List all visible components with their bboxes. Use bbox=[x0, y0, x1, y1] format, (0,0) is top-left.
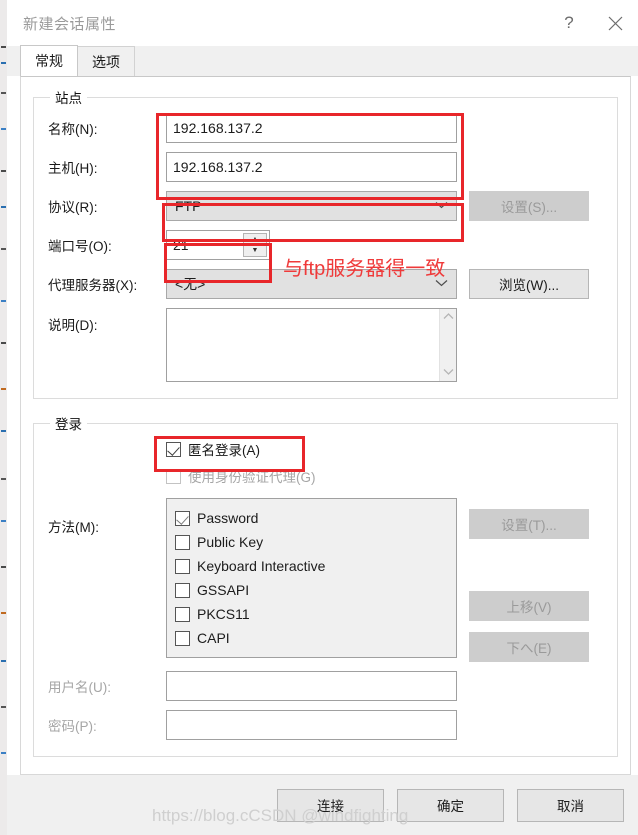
method-label: PKCS11 bbox=[197, 606, 250, 622]
tab-general[interactable]: 常规 bbox=[20, 45, 78, 76]
row-password: 密码(P): bbox=[48, 710, 603, 740]
method-label: CAPI bbox=[197, 630, 230, 646]
checkbox-icon bbox=[175, 510, 190, 526]
login-group: 登录 匿名登录(A) 使用身份验证代理(G) 方法(M): Password P… bbox=[33, 413, 618, 757]
checkbox-icon bbox=[175, 558, 190, 574]
description-text[interactable] bbox=[167, 309, 439, 381]
username-input[interactable] bbox=[166, 671, 457, 701]
row-description: 说明(D): bbox=[48, 308, 603, 382]
checkbox-icon bbox=[166, 441, 181, 457]
name-input[interactable] bbox=[166, 113, 457, 143]
proxy-browse-col: 浏览(W)... bbox=[469, 269, 589, 299]
list-item[interactable]: GSSAPI bbox=[175, 578, 456, 602]
auth-agent-checkbox[interactable]: 使用身份验证代理(G) bbox=[166, 466, 316, 486]
proxy-label: 代理服务器(X): bbox=[48, 278, 138, 293]
window-title: 新建会话属性 bbox=[23, 15, 117, 33]
tab-panel-general: 站点 名称(N): 主机(H): 协议(R): FTP bbox=[20, 76, 631, 775]
port-value[interactable]: 21 bbox=[167, 231, 243, 259]
list-item[interactable]: Keyboard Interactive bbox=[175, 554, 456, 578]
background-window-sliver bbox=[0, 0, 7, 835]
scroll-down-icon[interactable] bbox=[443, 367, 454, 378]
password-label: 密码(P): bbox=[48, 719, 97, 734]
host-label: 主机(H): bbox=[48, 161, 98, 176]
row-anonymous: 匿名登录(A) bbox=[48, 439, 603, 459]
method-label: Password bbox=[197, 510, 259, 526]
spinner-up-icon[interactable]: ▲ bbox=[243, 233, 267, 245]
port-stepper[interactable]: 21 ▲ ▼ bbox=[166, 230, 270, 260]
list-item[interactable]: Password bbox=[175, 506, 456, 530]
site-group: 站点 名称(N): 主机(H): 协议(R): FTP bbox=[33, 87, 618, 399]
help-icon[interactable]: ? bbox=[546, 0, 592, 46]
host-input[interactable] bbox=[166, 152, 457, 182]
methods-label: 方法(M): bbox=[48, 520, 99, 535]
method-label: Keyboard Interactive bbox=[197, 558, 326, 574]
scroll-up-icon[interactable] bbox=[443, 312, 454, 323]
name-label: 名称(N): bbox=[48, 122, 98, 137]
dialog-footer: 连接 确定 取消 bbox=[7, 775, 638, 835]
username-label: 用户名(U): bbox=[48, 680, 111, 695]
auth-agent-label: 使用身份验证代理(G) bbox=[188, 470, 316, 485]
tab-general-label: 常规 bbox=[35, 53, 63, 69]
row-host: 主机(H): bbox=[48, 152, 603, 182]
annotation-port-note: 与ftp服务器得一致 bbox=[283, 258, 446, 280]
checkbox-icon bbox=[175, 606, 190, 622]
protocol-label: 协议(R): bbox=[48, 200, 98, 215]
description-textarea[interactable] bbox=[166, 308, 457, 382]
tab-options-label: 选项 bbox=[92, 53, 120, 70]
port-stepper-arrows: ▲ ▼ bbox=[243, 231, 269, 259]
title-bar-buttons: ? bbox=[546, 0, 638, 46]
description-label: 说明(D): bbox=[48, 318, 98, 333]
move-down-button[interactable]: 下へ(E) bbox=[469, 632, 589, 662]
cancel-button[interactable]: 取消 bbox=[517, 788, 624, 822]
tab-options[interactable]: 选项 bbox=[77, 46, 135, 76]
title-bar: 新建会话属性 ? bbox=[7, 0, 638, 46]
row-methods: 方法(M): Password Public Key Keyboard Inte… bbox=[48, 498, 603, 662]
session-properties-dialog: 新建会话属性 ? 常规 选项 站点 名称(N): 192.168.137.2 主… bbox=[7, 0, 638, 835]
row-protocol: 协议(R): FTP 设置(S)... bbox=[48, 191, 603, 221]
site-group-legend: 站点 bbox=[55, 91, 82, 106]
row-name: 名称(N): bbox=[48, 113, 603, 143]
protocol-value: FTP bbox=[175, 198, 202, 214]
password-input[interactable] bbox=[166, 710, 457, 740]
protocol-settings-col: 设置(S)... bbox=[469, 191, 589, 221]
checkbox-icon bbox=[166, 468, 181, 484]
port-label: 端口号(O): bbox=[48, 239, 112, 254]
login-group-legend: 登录 bbox=[55, 417, 82, 432]
spinner-down-icon[interactable]: ▼ bbox=[243, 245, 267, 257]
list-item[interactable]: PKCS11 bbox=[175, 602, 456, 626]
proxy-browse-button[interactable]: 浏览(W)... bbox=[469, 269, 589, 299]
anonymous-login-label: 匿名登录(A) bbox=[188, 443, 260, 458]
list-item[interactable]: Public Key bbox=[175, 530, 456, 554]
protocol-select[interactable]: FTP bbox=[166, 191, 457, 221]
methods-listbox[interactable]: Password Public Key Keyboard Interactive… bbox=[166, 498, 457, 658]
help-glyph: ? bbox=[564, 13, 574, 32]
methods-button-column: 设置(T)... 上移(V) 下へ(E) bbox=[469, 498, 589, 662]
protocol-settings-button[interactable]: 设置(S)... bbox=[469, 191, 589, 221]
list-item[interactable]: CAPI bbox=[175, 626, 456, 650]
csdn-watermark: https://blog.cCSDN @windfighting bbox=[152, 806, 409, 825]
method-label: Public Key bbox=[197, 534, 264, 550]
ok-button[interactable]: 确定 bbox=[397, 788, 504, 822]
move-up-button[interactable]: 上移(V) bbox=[469, 591, 589, 621]
method-label: GSSAPI bbox=[197, 582, 250, 598]
row-username: 用户名(U): bbox=[48, 671, 603, 701]
checkbox-icon bbox=[175, 582, 190, 598]
row-auth-agent: 使用身份验证代理(G) bbox=[48, 466, 603, 486]
close-icon[interactable] bbox=[592, 0, 638, 46]
description-scrollbar[interactable] bbox=[439, 309, 456, 381]
checkbox-icon bbox=[175, 630, 190, 646]
method-settings-button[interactable]: 设置(T)... bbox=[469, 509, 589, 539]
tab-strip: 常规 选项 bbox=[7, 45, 638, 76]
anonymous-login-checkbox[interactable]: 匿名登录(A) bbox=[166, 439, 260, 459]
checkbox-icon bbox=[175, 534, 190, 550]
chevron-down-icon bbox=[435, 200, 448, 212]
